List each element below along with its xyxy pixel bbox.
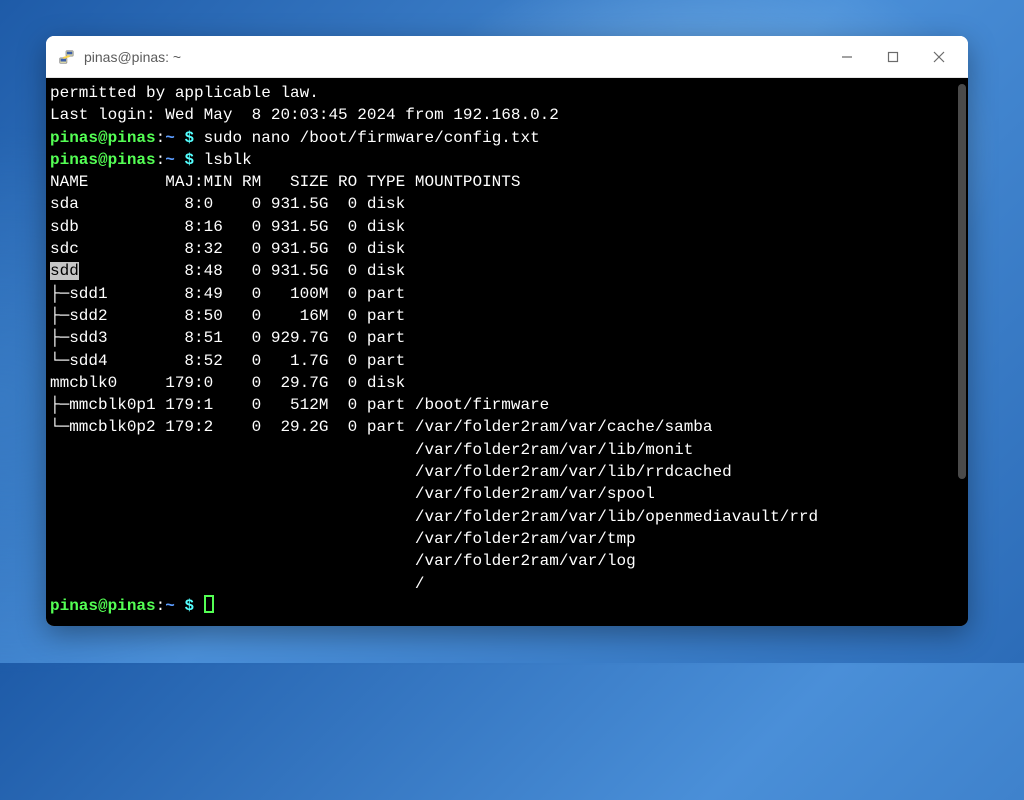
- close-button[interactable]: [916, 36, 962, 78]
- window-controls: [824, 36, 962, 78]
- terminal-area: permitted by applicable law. Last login:…: [46, 78, 968, 626]
- scrollbar-thumb[interactable]: [958, 84, 966, 479]
- titlebar[interactable]: pinas@pinas: ~: [46, 36, 968, 78]
- minimize-button[interactable]: [824, 36, 870, 78]
- window-title: pinas@pinas: ~: [84, 49, 824, 65]
- terminal-output[interactable]: permitted by applicable law. Last login:…: [46, 78, 956, 626]
- putty-icon: [56, 47, 76, 67]
- scrollbar[interactable]: [956, 78, 968, 626]
- terminal-window: pinas@pinas: ~ permitted by applicable l…: [46, 36, 968, 626]
- cursor: [204, 595, 214, 613]
- maximize-button[interactable]: [870, 36, 916, 78]
